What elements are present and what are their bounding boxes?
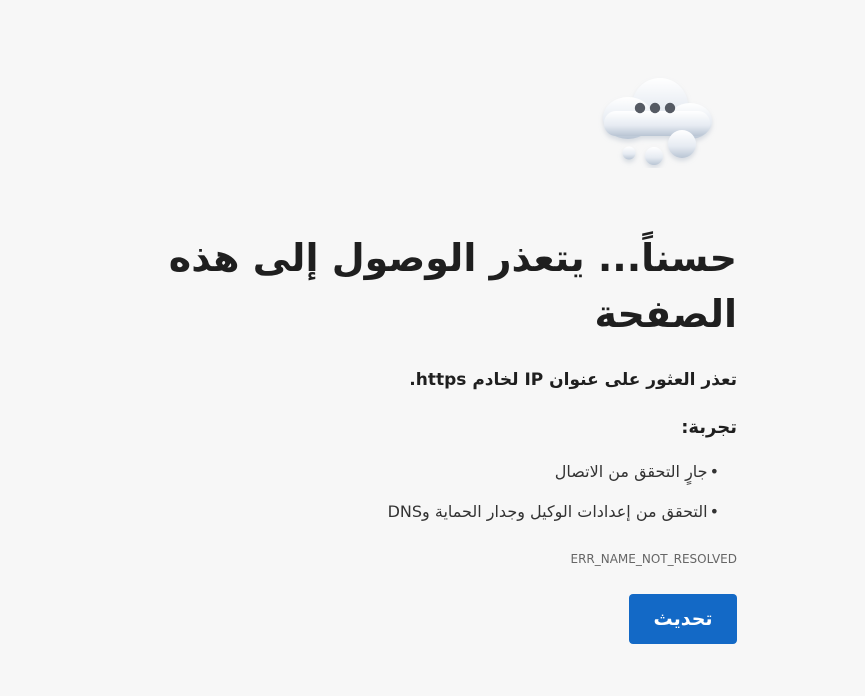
cloud-icon bbox=[590, 66, 722, 168]
page-title: حسناً... يتعذر الوصول إلى هذه الصفحة bbox=[168, 236, 737, 336]
error-code: ERR_NAME_NOT_RESOLVED bbox=[570, 552, 737, 566]
suggestions-list: •جارٍ التحقق من الاتصال •التحقق من إعداد… bbox=[97, 452, 737, 532]
bullet-icon: • bbox=[709, 502, 719, 521]
suggestion-check-connection: •جارٍ التحقق من الاتصال bbox=[97, 452, 719, 492]
error-content: حسناً... يتعذر الوصول إلى هذه الصفحة تعذ… bbox=[97, 230, 737, 644]
bullet-icon: • bbox=[709, 462, 719, 481]
suggestion-text: جارٍ التحقق من الاتصال bbox=[554, 462, 708, 481]
error-page: حسناً... يتعذر الوصول إلى هذه الصفحة تعذ… bbox=[0, 0, 865, 696]
error-message: تعذر العثور على عنوان IP لخادم https. bbox=[409, 370, 737, 390]
suggestion-text: التحقق من إعدادات الوكيل وجدار الحماية و… bbox=[387, 502, 708, 521]
suggestions-heading: تجربة: bbox=[681, 417, 737, 438]
refresh-button[interactable]: تحديث bbox=[629, 594, 737, 644]
suggestion-check-proxy-firewall-dns: •التحقق من إعدادات الوكيل وجدار الحماية … bbox=[97, 492, 719, 532]
